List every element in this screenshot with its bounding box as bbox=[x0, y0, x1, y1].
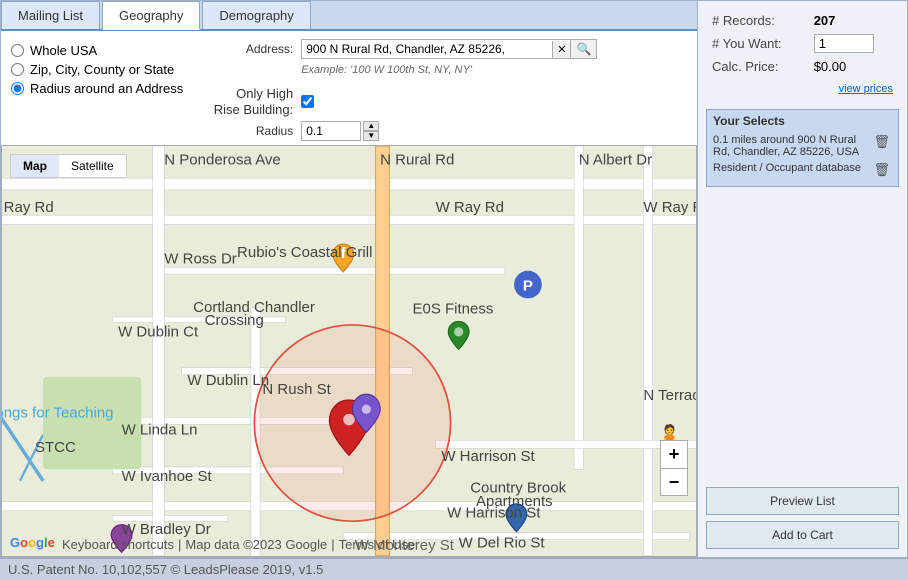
svg-text:STCC: STCC bbox=[35, 439, 76, 456]
svg-text:W Bradley Dr: W Bradley Dr bbox=[122, 521, 211, 538]
your-selects-title: Your Selects bbox=[713, 114, 892, 128]
svg-text:N Albert Dr: N Albert Dr bbox=[579, 152, 652, 169]
zoom-in-button[interactable]: + bbox=[660, 440, 688, 468]
radius-down-button[interactable]: ▼ bbox=[363, 131, 379, 141]
map-footer: Keyboard shortcuts | Map data ©2023 Goog… bbox=[62, 537, 696, 552]
your-selects-box: Your Selects 0.1 miles around 900 N Rura… bbox=[706, 109, 899, 187]
svg-text:Apartments: Apartments bbox=[476, 493, 553, 510]
svg-text:W Ray Rd: W Ray Rd bbox=[643, 199, 696, 216]
view-prices-link[interactable]: view prices bbox=[839, 83, 893, 95]
footer-bar: U.S. Patent No. 10,102,557 © LeadsPlease… bbox=[0, 558, 908, 580]
map-container[interactable]: f P Rubio's Coastal Grill W Ray Rd W Ray… bbox=[1, 145, 697, 557]
records-label: # Records: bbox=[708, 11, 808, 30]
tab-bar: Mailing List Geography Demography bbox=[1, 1, 697, 31]
select-item-database-text: Resident / Occupant database bbox=[713, 162, 871, 174]
radius-up-button[interactable]: ▲ bbox=[363, 121, 379, 131]
patent-text: U.S. Patent No. 10,102,557 © LeadsPlease… bbox=[8, 562, 323, 577]
address-example: Example: '100 W 100th St, NY, NY' bbox=[301, 64, 687, 76]
app-container: Mailing List Geography Demography Whole … bbox=[0, 0, 908, 580]
zoom-buttons: + − bbox=[660, 440, 688, 496]
you-want-input-cell bbox=[810, 32, 897, 55]
view-prices-row: view prices bbox=[708, 78, 897, 97]
svg-text:Songs for Teaching: Songs for Teaching bbox=[2, 404, 114, 421]
you-want-input[interactable] bbox=[814, 34, 874, 53]
radius-label: Radius bbox=[183, 124, 293, 138]
action-buttons: Preview List Add to Cart bbox=[706, 479, 899, 549]
select-item-database-delete-button[interactable]: 🗑 bbox=[871, 162, 892, 178]
svg-text:N Rush St: N Rush St bbox=[262, 381, 331, 398]
select-item-radius: 0.1 miles around 900 N Rural Rd, Chandle… bbox=[713, 134, 892, 158]
svg-text:W Dublin Ln: W Dublin Ln bbox=[187, 372, 269, 389]
records-value: 207 bbox=[810, 11, 897, 30]
radio-group: Whole USA Zip, City, County or State Rad… bbox=[11, 39, 183, 141]
map-footer-sep2: | bbox=[331, 537, 334, 552]
svg-text:W Ivanhoe St: W Ivanhoe St bbox=[122, 468, 213, 485]
left-panel: Mailing List Geography Demography Whole … bbox=[0, 0, 698, 558]
high-rise-row: Only High Rise Building: bbox=[183, 86, 687, 117]
top-area: Mailing List Geography Demography Whole … bbox=[0, 0, 908, 558]
keyboard-shortcuts-link[interactable]: Keyboard shortcuts bbox=[62, 537, 174, 552]
svg-text:Rubio's Coastal Grill: Rubio's Coastal Grill bbox=[237, 244, 372, 261]
calc-price-label: Calc. Price: bbox=[708, 57, 808, 76]
map-footer-sep: | bbox=[178, 537, 181, 552]
map-type-buttons: Map Satellite bbox=[10, 154, 127, 178]
radius-row: Radius ▲ ▼ bbox=[183, 121, 687, 141]
address-clear-button[interactable]: ✕ bbox=[552, 41, 570, 58]
radio-whole-usa-label: Whole USA bbox=[30, 43, 97, 58]
preview-list-button[interactable]: Preview List bbox=[706, 487, 899, 515]
radio-whole-usa[interactable]: Whole USA bbox=[11, 43, 183, 58]
svg-text:W Dublin Ct: W Dublin Ct bbox=[118, 324, 199, 341]
records-row: # Records: 207 bbox=[708, 11, 897, 30]
right-panel: # Records: 207 # You Want: Calc. Price: … bbox=[698, 0, 908, 558]
you-want-row: # You Want: bbox=[708, 32, 897, 55]
svg-text:N Terrace Rd: N Terrace Rd bbox=[643, 387, 696, 404]
svg-text:W Ray Rd: W Ray Rd bbox=[2, 199, 54, 216]
tab-demography[interactable]: Demography bbox=[202, 1, 310, 29]
map-data-text: Map data ©2023 Google bbox=[185, 537, 327, 552]
svg-text:P: P bbox=[523, 277, 533, 294]
stats-table: # Records: 207 # You Want: Calc. Price: … bbox=[706, 9, 899, 99]
high-rise-label: Only High Rise Building: bbox=[183, 86, 293, 117]
select-item-radius-delete-button[interactable]: 🗑 bbox=[871, 134, 892, 150]
address-input[interactable] bbox=[302, 40, 552, 58]
high-rise-checkbox[interactable] bbox=[301, 95, 314, 108]
calc-price-row: Calc. Price: $0.00 bbox=[708, 57, 897, 76]
svg-text:W Ray Rd: W Ray Rd bbox=[436, 199, 504, 216]
address-section: Address: ✕ 🔍 Example: '100 W 100th St, N… bbox=[183, 39, 687, 76]
select-item-radius-text: 0.1 miles around 900 N Rural Rd, Chandle… bbox=[713, 134, 871, 158]
svg-text:E0S Fitness: E0S Fitness bbox=[412, 301, 493, 318]
radius-input[interactable] bbox=[301, 121, 361, 141]
form-fields: Address: ✕ 🔍 Example: '100 W 100th St, N… bbox=[183, 39, 687, 141]
address-search-button[interactable]: 🔍 bbox=[570, 40, 596, 58]
radio-radius[interactable]: Radius around an Address bbox=[11, 81, 183, 96]
radius-spinner: ▲ ▼ bbox=[363, 121, 379, 141]
you-want-label: # You Want: bbox=[708, 32, 808, 55]
svg-text:W Linda Ln: W Linda Ln bbox=[122, 422, 198, 439]
calc-price-value: $0.00 bbox=[810, 57, 897, 76]
svg-text:N Ponderosa Ave: N Ponderosa Ave bbox=[164, 152, 280, 169]
address-input-wrap: ✕ 🔍 bbox=[301, 39, 597, 59]
select-item-database: Resident / Occupant database 🗑 bbox=[713, 162, 892, 178]
map-svg: f P Rubio's Coastal Grill W Ray Rd W Ray… bbox=[2, 146, 696, 556]
zoom-out-button[interactable]: − bbox=[660, 468, 688, 496]
svg-text:N Rural Rd: N Rural Rd bbox=[380, 152, 454, 169]
map-type-satellite-button[interactable]: Satellite bbox=[59, 155, 126, 177]
svg-text:Crossing: Crossing bbox=[205, 312, 264, 329]
tab-mailing-list[interactable]: Mailing List bbox=[1, 1, 100, 29]
tab-geography[interactable]: Geography bbox=[102, 1, 200, 30]
content-body: Whole USA Zip, City, County or State Rad… bbox=[1, 31, 697, 145]
svg-text:W Harrison St: W Harrison St bbox=[441, 448, 535, 465]
address-label: Address: bbox=[183, 42, 293, 56]
google-logo: Google bbox=[10, 535, 55, 550]
terms-of-use-link[interactable]: Terms of Use bbox=[339, 537, 416, 552]
radio-zip-city[interactable]: Zip, City, County or State bbox=[11, 62, 183, 77]
radio-zip-city-label: Zip, City, County or State bbox=[30, 62, 174, 77]
radius-input-wrap: ▲ ▼ bbox=[301, 121, 379, 141]
map-type-map-button[interactable]: Map bbox=[11, 155, 59, 177]
address-row: Address: ✕ 🔍 bbox=[183, 39, 687, 59]
add-to-cart-button[interactable]: Add to Cart bbox=[706, 521, 899, 549]
svg-text:W Ross Dr: W Ross Dr bbox=[164, 251, 237, 268]
radio-radius-label: Radius around an Address bbox=[30, 81, 183, 96]
high-rise-checkbox-wrap bbox=[301, 95, 314, 108]
